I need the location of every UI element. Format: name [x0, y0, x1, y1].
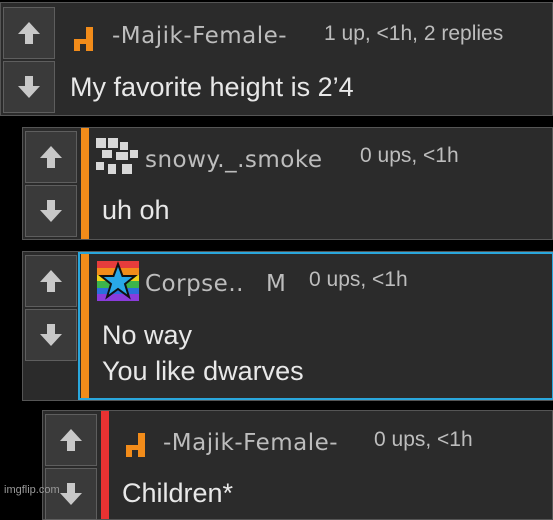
comment-body: uh oh: [102, 192, 170, 228]
vote-controls: [1, 3, 57, 115]
comment-2: snowy._.smoke 0 ups, <1h uh oh: [22, 127, 553, 240]
comment-body: No way You like dwarves: [102, 317, 304, 389]
comment-1: -Majik-Female- 1 up, <1h, 2 replies My f…: [0, 2, 553, 116]
thread-stripe: [81, 128, 89, 239]
comment-line: uh oh: [102, 195, 170, 225]
comment-line: You like dwarves: [102, 356, 304, 386]
comment-line: Children*: [122, 478, 234, 508]
comment-meta: 1 up, <1h, 2 replies: [324, 22, 504, 45]
downvote-button[interactable]: [25, 309, 77, 361]
username[interactable]: -Majik-Female-: [112, 23, 287, 49]
vote-controls: [43, 411, 99, 520]
upvote-button[interactable]: [25, 255, 77, 307]
comment-body: My favorite height is 2’4: [70, 69, 354, 105]
username[interactable]: Corpse..: [145, 271, 244, 297]
arrow-up-icon: [40, 270, 62, 292]
comment-3: Corpse.. M 0 ups, <1h No way You like dw…: [22, 251, 553, 401]
arrow-down-icon: [40, 324, 62, 346]
comment-meta: 0 ups, <1h: [360, 144, 459, 167]
username[interactable]: -Majik-Female-: [163, 430, 338, 456]
comment-meta: 0 ups, <1h: [374, 428, 473, 451]
arrow-down-icon: [40, 200, 62, 222]
pixel-pattern-avatar-icon: [96, 138, 138, 174]
user-flair: M: [266, 271, 287, 297]
upvote-button[interactable]: [3, 7, 55, 59]
arrow-down-icon: [60, 483, 82, 505]
thread-stripe: [81, 254, 89, 398]
upvote-button[interactable]: [45, 414, 97, 466]
thread-stripe: [101, 411, 109, 519]
arrow-up-icon: [60, 429, 82, 451]
downvote-button[interactable]: [25, 185, 77, 237]
comment-meta: 0 ups, <1h: [309, 268, 408, 291]
vote-controls: [23, 252, 79, 400]
comment-line: My favorite height is 2’4: [70, 72, 354, 102]
comment-line: No way: [102, 320, 193, 350]
orange-d-logo-icon: [74, 27, 93, 51]
downvote-button[interactable]: [3, 61, 55, 113]
upvote-button[interactable]: [25, 131, 77, 183]
watermark: imgflip.com: [4, 484, 60, 496]
username[interactable]: snowy._.smoke: [145, 147, 323, 173]
arrow-up-icon: [40, 146, 62, 168]
orange-d-logo-icon: [126, 433, 145, 457]
rainbow-star-avatar-icon: [97, 261, 139, 301]
comment-4: -Majik-Female- 0 ups, <1h Children*: [42, 410, 553, 520]
arrow-down-icon: [18, 76, 40, 98]
comment-body: Children*: [122, 475, 233, 511]
arrow-up-icon: [18, 22, 40, 44]
vote-controls: [23, 128, 79, 239]
